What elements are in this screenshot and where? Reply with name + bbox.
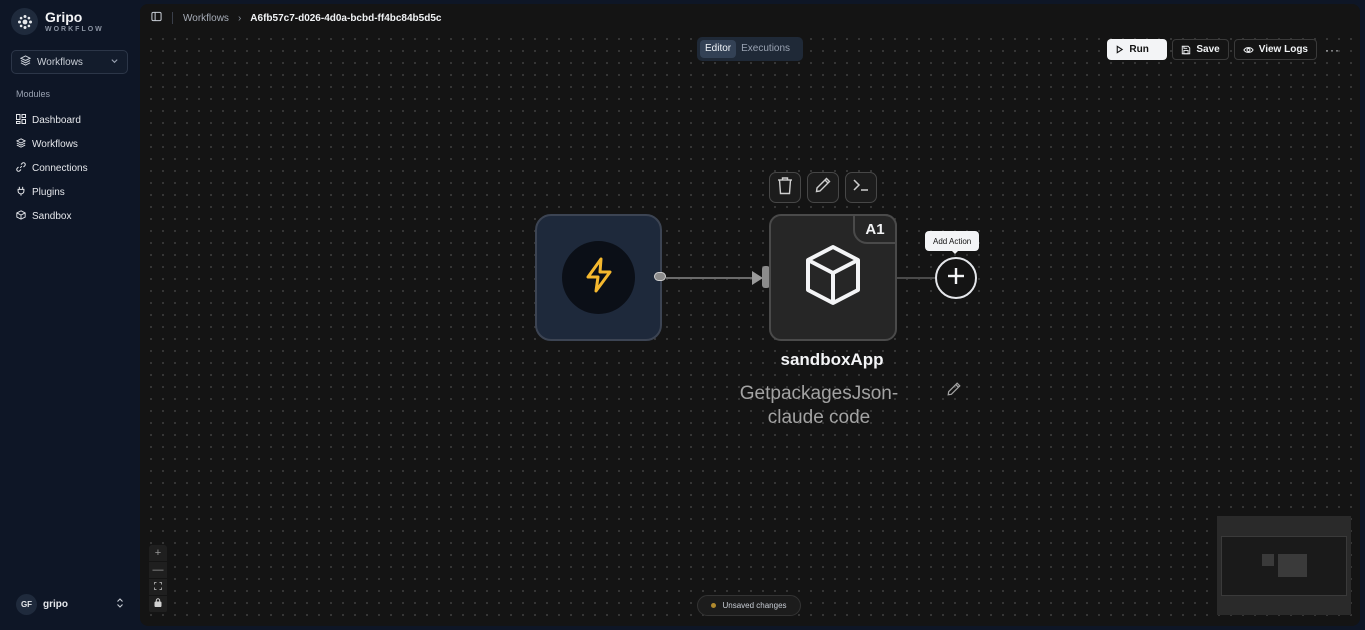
sidebar-item-workflows[interactable]: Workflows [15, 132, 88, 156]
cube-icon [804, 244, 862, 311]
user-name: gripo [43, 598, 68, 610]
plug-icon [16, 186, 26, 199]
play-icon [1115, 45, 1124, 54]
lock-icon [154, 598, 162, 610]
chevron-right-icon: › [237, 12, 242, 24]
workspace-select-value: Workflows [37, 56, 83, 68]
sidebar-item-sandbox[interactable]: Sandbox [16, 204, 88, 228]
tab-editor[interactable]: Editor [700, 40, 737, 58]
mode-toggle: Editor Executions [697, 37, 803, 61]
save-label: Save [1196, 44, 1220, 55]
fit-view-icon [154, 581, 162, 593]
plus-icon [946, 266, 966, 291]
sidebar-item-label: Workflows [32, 138, 78, 150]
toolbar: Run Save View Logs ··· [1102, 39, 1340, 60]
sidebar-item-plugins[interactable]: Plugins [16, 180, 88, 204]
minimap[interactable] [1217, 516, 1351, 615]
sidebar-item-dashboard[interactable]: Dashboard [16, 108, 88, 132]
sidebar-item-label: Plugins [32, 186, 65, 198]
save-button[interactable]: Save [1172, 39, 1229, 60]
lightning-icon [579, 255, 619, 300]
edit-node-button[interactable] [807, 172, 839, 203]
gripo-logo-icon [11, 8, 38, 35]
workspace-select[interactable]: Workflows [11, 50, 128, 74]
user-menu[interactable]: GF gripo [16, 593, 124, 615]
view-logs-label: View Logs [1258, 44, 1308, 55]
connection-edge [897, 277, 935, 279]
eye-icon [1243, 45, 1254, 55]
brand[interactable]: Gripo WORKFLOW [11, 8, 104, 35]
brand-subtitle: WORKFLOW [45, 25, 104, 33]
dashboard-icon [16, 113, 26, 127]
minimap-node [1278, 554, 1307, 577]
trigger-output-handle[interactable] [654, 272, 666, 281]
add-action-button[interactable] [935, 257, 977, 299]
action-node[interactable]: A1 [769, 214, 897, 341]
trigger-icon-wrapper [562, 241, 635, 314]
tooltip-tail [951, 250, 959, 254]
view-logs-button[interactable]: View Logs [1233, 39, 1317, 60]
terminal-node-button[interactable] [845, 172, 877, 203]
delete-node-button[interactable] [769, 172, 801, 203]
tab-executions[interactable]: Executions [736, 40, 795, 58]
status-badge: Unsaved changes [697, 595, 801, 616]
sidebar-item-label: Dashboard [32, 114, 81, 126]
minimap-node [1262, 554, 1274, 566]
node-title: sandboxApp [780, 350, 884, 369]
trigger-node[interactable] [535, 214, 662, 341]
pencil-icon[interactable] [946, 381, 962, 402]
sidebar-item-label: Connections [32, 162, 88, 174]
app-root: Gripo WORKFLOW Workflows Modules Dashboa… [0, 0, 1365, 630]
fit-view-button[interactable] [149, 579, 167, 596]
pencil-icon [814, 176, 832, 199]
workflow-canvas[interactable]: Workflows › A6fb57c7-d026-4d0a-bcbd-ff4b… [140, 4, 1360, 626]
sidebar-item-connections[interactable]: Connections [16, 156, 88, 180]
sidebar-toggle-icon[interactable] [151, 9, 162, 27]
node-badge: A1 [853, 214, 897, 244]
status-text: Unsaved changes [722, 601, 787, 610]
chevron-up-down-icon [116, 595, 124, 613]
run-button[interactable]: Run [1107, 39, 1168, 60]
lock-button[interactable] [149, 596, 167, 613]
node-toolbar [769, 172, 883, 203]
breadcrumb-parent[interactable]: Workflows [183, 13, 229, 24]
cube-icon [16, 209, 26, 223]
chevron-down-icon [110, 56, 119, 68]
status-dot [711, 603, 717, 608]
brand-name: Gripo [45, 8, 83, 25]
zoom-controls: + — [149, 545, 167, 613]
modules-heading: Modules [16, 89, 51, 99]
add-action-tooltip: Add Action [925, 231, 980, 251]
run-label: Run [1129, 44, 1149, 55]
more-menu-icon[interactable]: ··· [1325, 43, 1340, 57]
node-description[interactable]: GetpackagesJson-claude code [719, 382, 919, 430]
divider [172, 12, 173, 24]
connection-edge[interactable] [666, 277, 754, 279]
link-icon [16, 161, 26, 175]
trash-icon [776, 176, 794, 200]
topbar: Workflows › A6fb57c7-d026-4d0a-bcbd-ff4b… [140, 4, 1360, 32]
sidebar-nav: Dashboard Workflows Connections Plugins [15, 108, 88, 228]
breadcrumb-current: A6fb57c7-d026-4d0a-bcbd-ff4bc84b5d5c [250, 12, 442, 24]
save-icon [1181, 45, 1191, 55]
sidebar-item-label: Sandbox [32, 210, 72, 222]
layers-icon [15, 137, 27, 151]
layers-icon [19, 55, 32, 69]
zoom-in-button[interactable]: + [149, 545, 167, 562]
sidebar: Gripo WORKFLOW Workflows Modules Dashboa… [0, 0, 138, 630]
avatar: GF [16, 593, 37, 615]
terminal-icon [852, 177, 870, 198]
zoom-out-button[interactable]: — [149, 562, 167, 579]
